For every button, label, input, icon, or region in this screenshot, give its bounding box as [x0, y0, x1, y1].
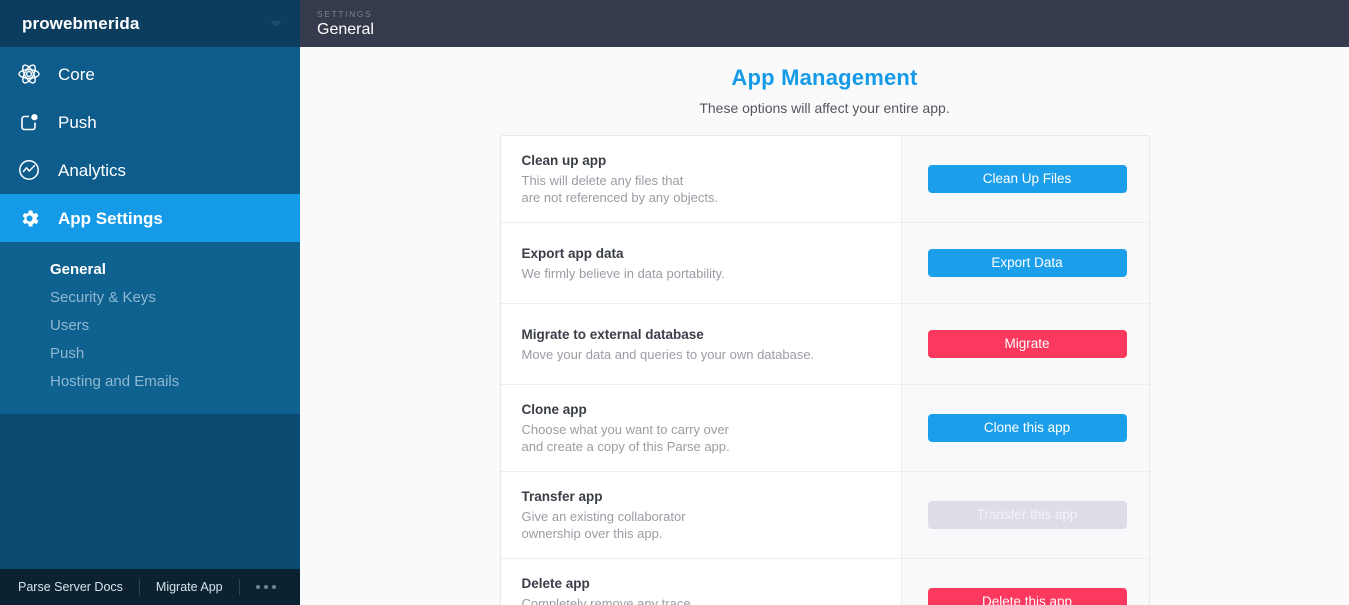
setting-row-transfer-app: Transfer app Give an existing collaborat…	[500, 472, 1149, 559]
section-title: App Management	[731, 65, 918, 90]
analytics-icon	[14, 155, 44, 185]
sidebar: prowebmerida Core Push Analytics App Set…	[0, 0, 300, 605]
setting-action: Clean Up Files	[900, 136, 1149, 222]
settings-subnav: General Security & Keys Users Push Hosti…	[0, 242, 300, 414]
topbar: SETTINGS General	[300, 0, 1349, 47]
sidebar-item-label: App Settings	[58, 208, 163, 228]
setting-title: Migrate to external database	[521, 326, 704, 342]
footer-divider	[238, 579, 240, 595]
setting-row-export-app-data: Export app data We firmly believe in dat…	[500, 223, 1149, 304]
migrate-app-link[interactable]: Migrate App	[156, 580, 223, 594]
setting-desc-line: and create a copy of this Parse app.	[521, 439, 730, 454]
setting-description: Export app data We firmly believe in dat…	[500, 223, 901, 303]
setting-action: Clone this app	[900, 385, 1149, 471]
setting-row-clean-up-app: Clean up app This will delete any files …	[500, 136, 1149, 223]
breadcrumb: SETTINGS	[317, 8, 373, 19]
chevron-down-icon[interactable]	[270, 20, 282, 27]
atom-icon	[14, 59, 44, 89]
push-icon	[14, 107, 44, 137]
clone-this-app-button[interactable]: Clone this app	[927, 414, 1127, 442]
section-subtitle: These options will affect your entire ap…	[699, 100, 950, 116]
main-area: SETTINGS General App Management These op…	[300, 0, 1349, 605]
setting-title: Delete app	[521, 576, 590, 591]
setting-title: Clone app	[521, 402, 587, 417]
content: App Management These options will affect…	[300, 47, 1349, 605]
subnav-item-general[interactable]: General	[50, 256, 300, 284]
setting-desc-line: Move your data and queries to your own d…	[521, 346, 815, 362]
setting-row-delete-app: Delete app Completely remove any trace o…	[500, 559, 1149, 605]
setting-action: Migrate	[900, 304, 1149, 384]
setting-desc-line: We firmly believe in data portability.	[521, 265, 725, 281]
clean-up-files-button[interactable]: Clean Up Files	[927, 165, 1127, 193]
app-management-panel: Clean up app This will delete any files …	[499, 135, 1150, 605]
setting-description: Clone app Choose what you want to carry …	[500, 385, 901, 471]
parse-server-docs-link[interactable]: Parse Server Docs	[18, 580, 123, 594]
sidebar-item-label: Analytics	[58, 160, 127, 180]
subnav-item-security-keys[interactable]: Security & Keys	[50, 284, 300, 312]
subnav-item-push[interactable]: Push	[50, 340, 300, 368]
primary-nav: Core Push Analytics App Settings	[0, 47, 300, 242]
page-title: General	[317, 20, 374, 38]
setting-desc-line: Choose what you want to carry over	[521, 422, 729, 437]
setting-desc-line: Completely remove any trace	[521, 596, 691, 605]
export-data-button[interactable]: Export Data	[927, 249, 1127, 277]
subnav-item-users[interactable]: Users	[50, 312, 300, 340]
ellipsis-icon[interactable]	[255, 585, 276, 589]
setting-title: Transfer app	[521, 489, 603, 504]
sidebar-item-label: Push	[58, 112, 97, 132]
sidebar-footer: Parse Server Docs Migrate App	[0, 568, 300, 605]
delete-this-app-button[interactable]: Delete this app	[927, 588, 1127, 605]
sidebar-item-app-settings[interactable]: App Settings	[0, 194, 300, 242]
setting-desc-line: This will delete any files that	[521, 173, 684, 188]
setting-desc-line: ownership over this app.	[521, 526, 663, 541]
sidebar-spacer	[0, 414, 300, 568]
sidebar-item-analytics[interactable]: Analytics	[0, 146, 300, 194]
app-root: prowebmerida Core Push Analytics App Set…	[0, 0, 1349, 605]
subnav-item-hosting-and-emails[interactable]: Hosting and Emails	[50, 368, 300, 396]
setting-description: Delete app Completely remove any trace o…	[500, 559, 901, 605]
setting-title: Export app data	[521, 245, 624, 261]
sidebar-item-push[interactable]: Push	[0, 98, 300, 146]
sidebar-item-label: Core	[58, 64, 95, 84]
sidebar-item-core[interactable]: Core	[0, 50, 300, 98]
setting-desc-line: are not referenced by any objects.	[521, 190, 719, 205]
setting-action: Transfer this app	[900, 472, 1149, 558]
setting-description: Clean up app This will delete any files …	[500, 136, 901, 222]
app-name: prowebmerida	[22, 13, 140, 33]
transfer-this-app-button: Transfer this app	[927, 501, 1127, 529]
gear-icon	[14, 203, 44, 233]
setting-description: Migrate to external database Move your d…	[500, 304, 901, 384]
setting-description: Transfer app Give an existing collaborat…	[500, 472, 901, 558]
setting-action: Export Data	[900, 223, 1149, 303]
setting-action: Delete this app	[900, 559, 1149, 605]
migrate-button[interactable]: Migrate	[927, 330, 1127, 358]
app-switcher[interactable]: prowebmerida	[0, 0, 300, 47]
setting-desc-line: Give an existing collaborator	[521, 509, 686, 524]
footer-divider	[138, 579, 140, 595]
setting-row-clone-app: Clone app Choose what you want to carry …	[500, 385, 1149, 472]
setting-row-migrate-to-external-database: Migrate to external database Move your d…	[500, 304, 1149, 385]
setting-title: Clean up app	[521, 153, 607, 168]
